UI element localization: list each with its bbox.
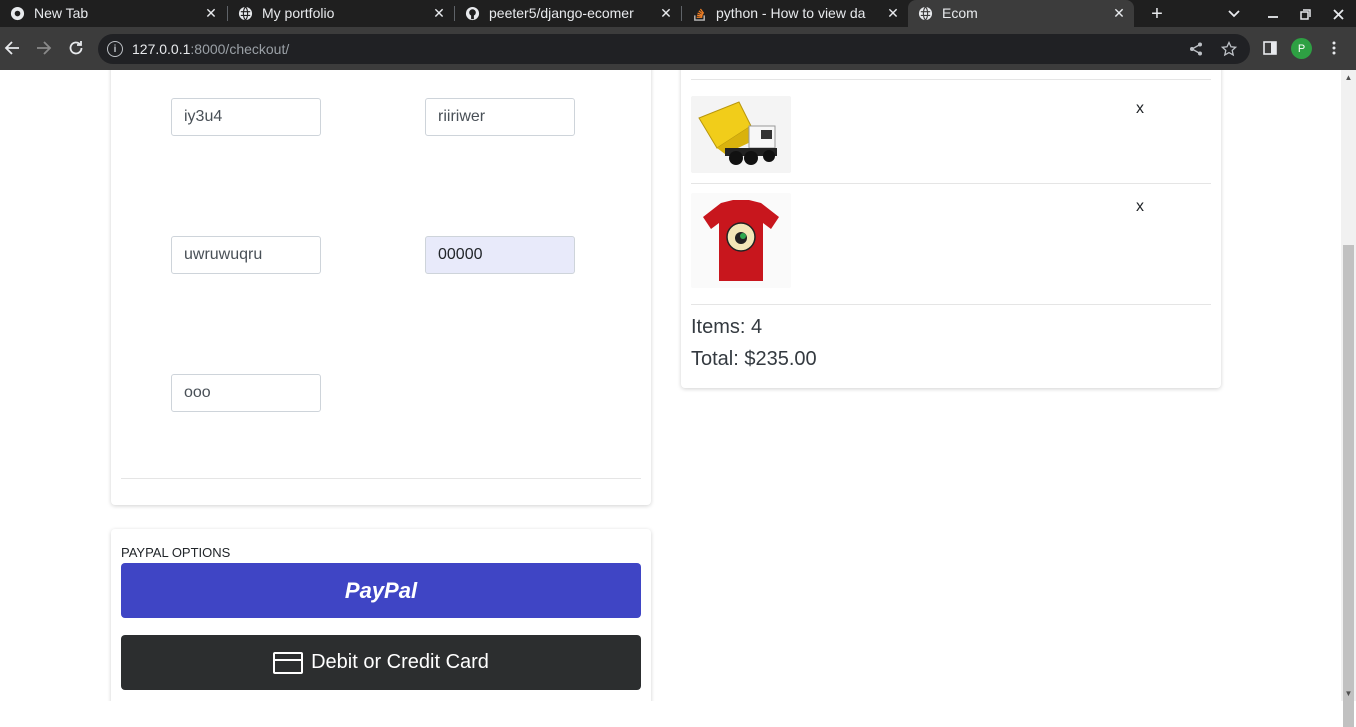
order-summary-card: x x Items: 4 Total: $235.00 xyxy=(681,70,1221,388)
card-button-label: Debit or Credit Card xyxy=(311,651,489,673)
address-bar[interactable]: i 127.0.0.1:8000/checkout/ xyxy=(98,34,1250,64)
close-icon[interactable]: ✕ xyxy=(884,4,902,22)
share-icon[interactable] xyxy=(1187,40,1205,58)
order-total: Total: $235.00 xyxy=(691,348,817,370)
debit-credit-card-button[interactable]: Debit or Credit Card xyxy=(121,635,641,690)
paypal-button[interactable]: PayPal xyxy=(121,563,641,618)
credit-card-icon xyxy=(273,651,304,674)
divider xyxy=(691,304,1211,305)
paypal-options-card: PAYPAL OPTIONS PayPal Debit or Credit Ca… xyxy=(111,529,651,701)
tab-title: Ecom xyxy=(942,5,978,21)
divider xyxy=(691,79,1211,80)
paypal-options-label: PAYPAL OPTIONS xyxy=(121,545,231,560)
forward-arrow-icon[interactable] xyxy=(33,37,55,59)
form-field-2[interactable] xyxy=(425,98,575,136)
tab-stackoverflow[interactable]: python - How to view da ✕ xyxy=(682,0,908,27)
form-field-1[interactable] xyxy=(171,98,321,136)
maximize-icon[interactable] xyxy=(1294,3,1316,25)
product-image-dump-truck xyxy=(691,96,791,173)
divider xyxy=(121,478,641,479)
checkout-form-card xyxy=(111,70,651,505)
items-count: Items: 4 xyxy=(691,316,763,338)
tab-title: My portfolio xyxy=(262,5,335,21)
site-info-icon[interactable]: i xyxy=(107,41,123,57)
kebab-menu-icon[interactable] xyxy=(1323,37,1345,59)
scroll-down-arrow-icon[interactable]: ▼ xyxy=(1343,687,1354,699)
bookmark-star-icon[interactable] xyxy=(1220,40,1238,58)
reload-icon[interactable] xyxy=(65,37,87,59)
tab-title: python - How to view da xyxy=(716,5,866,21)
form-field-4[interactable] xyxy=(425,236,575,274)
new-tab-plus-icon[interactable]: + xyxy=(1146,3,1168,25)
tab-my-portfolio[interactable]: My portfolio ✕ xyxy=(228,0,454,27)
chrome-icon xyxy=(10,6,25,21)
tab-strip: New Tab ✕ My portfolio ✕ peeter5/django-… xyxy=(0,0,1356,27)
tab-ecom[interactable]: Ecom ✕ xyxy=(908,0,1134,27)
profile-avatar[interactable]: P xyxy=(1291,38,1312,59)
tab-title: New Tab xyxy=(34,5,89,21)
close-icon[interactable]: ✕ xyxy=(202,4,220,22)
product-image-red-tshirt xyxy=(691,193,791,288)
divider xyxy=(691,183,1211,184)
close-icon[interactable]: ✕ xyxy=(1110,4,1128,22)
url-text[interactable]: 127.0.0.1:8000/checkout/ xyxy=(132,41,289,57)
globe-icon xyxy=(238,6,253,21)
stackoverflow-icon xyxy=(692,6,707,21)
close-icon[interactable]: ✕ xyxy=(430,4,448,22)
scrollbar-thumb[interactable] xyxy=(1343,245,1354,727)
tab-title: peeter5/django-ecomer xyxy=(489,5,634,21)
tab-github[interactable]: peeter5/django-ecomer ✕ xyxy=(455,0,681,27)
close-icon[interactable]: ✕ xyxy=(657,4,675,22)
tab-new-tab[interactable]: New Tab ✕ xyxy=(0,0,226,27)
minimize-icon[interactable] xyxy=(1262,3,1284,25)
scroll-up-arrow-icon[interactable]: ▲ xyxy=(1343,71,1354,83)
side-panel-icon[interactable] xyxy=(1259,37,1281,59)
item-quantity-mark: x xyxy=(1136,100,1144,117)
form-field-5[interactable] xyxy=(171,374,321,412)
paypal-button-label: PayPal xyxy=(344,577,418,603)
page-scrollbar[interactable]: ▲ ▼ xyxy=(1341,70,1356,727)
back-arrow-icon[interactable] xyxy=(1,37,23,59)
page-viewport: PAYPAL OPTIONS PayPal Debit or Credit Ca… xyxy=(0,70,1341,701)
window-close-icon[interactable] xyxy=(1327,3,1349,25)
github-icon xyxy=(465,6,480,21)
globe-icon xyxy=(918,6,933,21)
tab-search-chevron-icon[interactable] xyxy=(1223,3,1245,25)
form-field-3[interactable] xyxy=(171,236,321,274)
item-quantity-mark: x xyxy=(1136,198,1144,215)
